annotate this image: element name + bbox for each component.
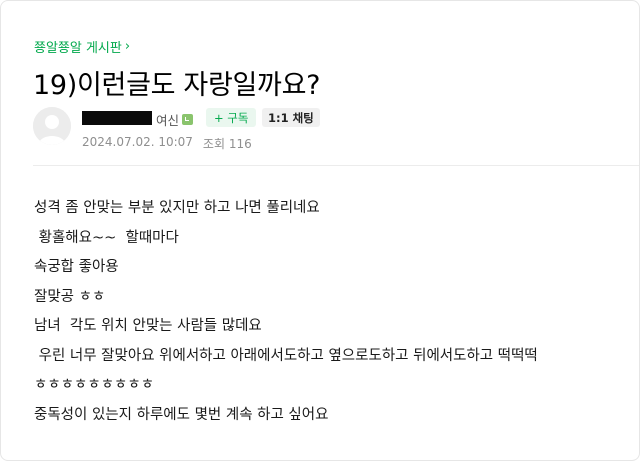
body-line: 남녀 각도 위치 안맞는 사람들 많데요 xyxy=(34,318,262,334)
chat-button[interactable]: 1:1 채팅 xyxy=(262,108,320,127)
post-card: 쭁알쭁알 게시판 › 19)이런글도 자랑일까요? 여신 + 구독 1:1 채팅… xyxy=(0,0,640,461)
default-profile-icon[interactable] xyxy=(33,107,71,145)
body-line: 성격 좀 안맞는 부분 있지만 하고 나면 풀리네요 xyxy=(34,200,320,216)
subscribe-button[interactable]: + 구독 xyxy=(206,108,257,127)
header-divider xyxy=(33,165,639,166)
grade-badge-icon xyxy=(182,114,194,125)
post-meta: 2024.07.02. 10:07 조회 116 xyxy=(82,135,252,152)
chevron-right-icon: › xyxy=(124,39,131,54)
body-line: 중독성이 있는지 하루에도 몇번 계속 하고 싶어요 xyxy=(34,406,329,423)
body-line: 잘맞공 ㅎㅎ xyxy=(34,288,106,305)
body-line: 속궁합 좋아용 xyxy=(34,259,119,275)
author-grade: 여신 xyxy=(156,110,194,129)
post-date: 2024.07.02. 10:07 xyxy=(82,135,193,149)
post-title: 19)이런글도 자랑일까요? xyxy=(33,70,321,101)
grade-label: 여신 xyxy=(156,113,180,128)
body-line: 우린 너무 잘맞아요 위에서하고 아래에서도하고 옆으로도하고 뒤에서도하고 떡… xyxy=(34,347,538,364)
board-link[interactable]: 쭁알쭁알 게시판 › xyxy=(34,37,130,56)
redacted-author-name xyxy=(82,111,152,125)
body-line: ㅎㅎㅎㅎㅎㅎㅎㅎㅎ xyxy=(34,377,155,393)
view-count: 조회 116 xyxy=(202,137,252,151)
post-body: 성격 좀 안맞는 부분 있지만 하고 나면 풀리네요 황홀해요~~ 할때마다 속… xyxy=(34,194,538,430)
board-name[interactable]: 쭁알쭁알 게시판 xyxy=(34,37,122,56)
body-line: 황홀해요~~ 할때마다 xyxy=(34,229,179,246)
